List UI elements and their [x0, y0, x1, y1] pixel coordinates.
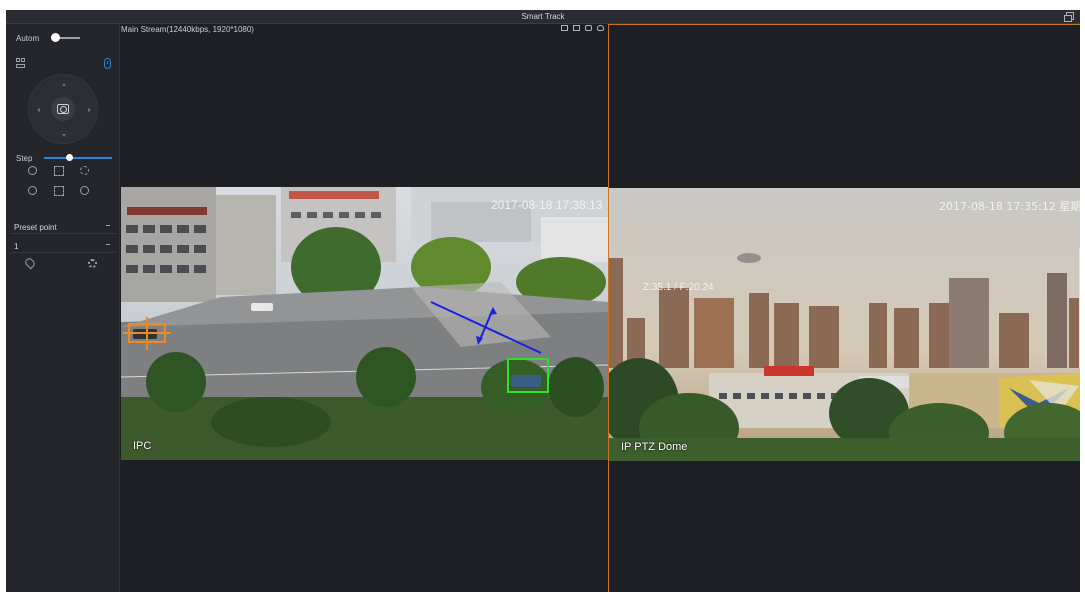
zoom-out-icon[interactable]	[26, 184, 40, 198]
step-slider-track[interactable]	[44, 157, 112, 159]
ptz-right-arrow-icon[interactable]	[88, 108, 91, 112]
ptz-direction-wheel[interactable]	[28, 74, 98, 144]
auto-label: Autom	[16, 34, 40, 43]
ptz-center-button[interactable]	[51, 97, 75, 121]
stream-info-label: Main Stream(12440kbps, 1920*1080)	[121, 25, 254, 34]
ptz-video-frame[interactable]: 2017-08-18 17:35:12 星期四 Z:35.1 / F:20.24…	[609, 188, 1080, 461]
dropdown-chevron-icon	[106, 225, 110, 226]
step-slider-knob[interactable]	[66, 154, 73, 161]
ptz-osd-timestamp: 2017-08-18 17:35:12 星期四	[939, 200, 1080, 213]
ipc-video-frame[interactable]: 2017-08-18 17:38:13 IPC	[121, 187, 608, 460]
preset-actions	[23, 256, 106, 270]
iris-close-icon[interactable]	[78, 184, 92, 198]
preset-point-dropdown[interactable]: Preset point	[10, 220, 116, 234]
ipc-osd-timestamp: 2017-08-18 17:38:13	[491, 198, 603, 212]
record-icon[interactable]	[561, 25, 568, 31]
audio-icon[interactable]	[585, 25, 592, 31]
grid-icon[interactable]	[16, 58, 26, 70]
preset-settings-icon[interactable]	[88, 259, 97, 268]
ptz-control-panel: Autom Step Preset point 1	[6, 24, 120, 592]
call-preset-icon[interactable]	[23, 256, 37, 270]
step-slider-row: Step	[16, 152, 116, 164]
focus-near-icon[interactable]	[52, 164, 66, 178]
preset-point-label: Preset point	[14, 223, 57, 232]
ptz-up-arrow-icon[interactable]	[62, 83, 66, 86]
iris-open-icon[interactable]	[78, 164, 92, 178]
auto-toggle-knob[interactable]	[51, 33, 60, 42]
microphone-icon[interactable]	[597, 25, 604, 31]
restore-window-icon[interactable]	[1064, 12, 1074, 22]
ptz-zoom-osd: Z:35.1 / F:20.24	[643, 282, 714, 293]
video-area: Main Stream(12440kbps, 1920*1080) 2017-0…	[121, 24, 1080, 592]
ipc-pane[interactable]: Main Stream(12440kbps, 1920*1080) 2017-0…	[121, 24, 608, 592]
mouse-icon[interactable]	[104, 58, 111, 69]
ipc-camera-name: IPC	[133, 440, 152, 452]
pane-toolbar	[561, 24, 611, 34]
smart-track-window: Smart Track Autom Step Preset point 1 Ma…	[6, 10, 1080, 592]
dropdown-chevron-icon	[106, 244, 110, 245]
zoom-in-icon[interactable]	[26, 164, 40, 178]
ptz-camera-name: IP PTZ Dome	[621, 441, 688, 453]
snapshot-icon[interactable]	[573, 25, 580, 31]
auto-toggle-row[interactable]: Autom	[16, 32, 116, 44]
preset-number-dropdown[interactable]: 1	[10, 239, 116, 253]
step-label: Step	[16, 154, 33, 163]
ptz-video-image: 2017-08-18 17:35:12 星期四 Z:35.1 / F:20.24	[609, 188, 1080, 461]
window-title: Smart Track	[521, 12, 565, 21]
3d-positioning-icon	[57, 104, 69, 114]
ptz-dome-pane[interactable]: 2017-08-18 17:35:12 星期四 Z:35.1 / F:20.24…	[608, 24, 1080, 592]
ptz-top-icons	[16, 58, 112, 72]
ptz-down-arrow-icon[interactable]	[62, 134, 66, 137]
lens-control-grid	[26, 164, 112, 212]
ptz-left-arrow-icon[interactable]	[37, 108, 40, 112]
preset-number-value: 1	[14, 242, 19, 251]
ipc-video-image: 2017-08-18 17:38:13	[121, 187, 608, 460]
title-bar: Smart Track	[6, 10, 1080, 24]
focus-far-icon[interactable]	[52, 184, 66, 198]
